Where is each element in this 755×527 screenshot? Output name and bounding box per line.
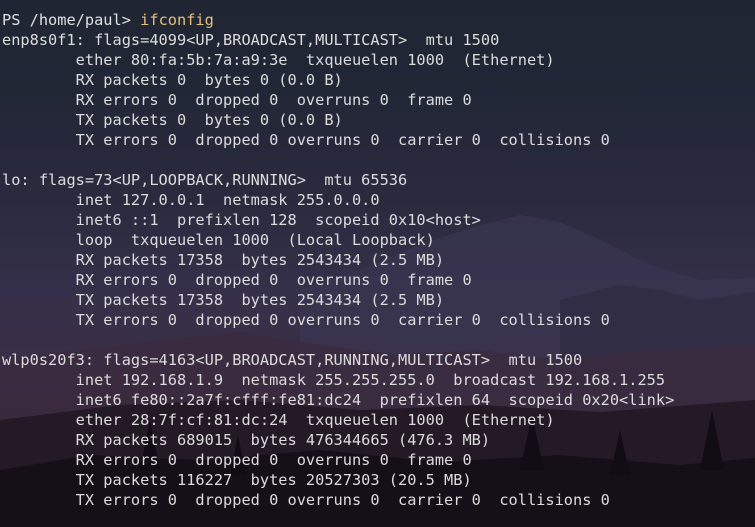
output-line: inet6 fe80::2a7f:cfff:fe81:dc24 prefixle…: [2, 391, 675, 409]
output-line: TX errors 0 dropped 0 overruns 0 carrier…: [2, 131, 610, 149]
terminal-output: PS /home/paul> ifconfig enp8s0f1: flags=4…: [2, 10, 674, 510]
output-line: TX packets 17358 bytes 2543434 (2.5 MB): [2, 291, 445, 309]
output-line: TX packets 0 bytes 0 (0.0 B): [2, 111, 343, 129]
output-line: inet 127.0.0.1 netmask 255.0.0.0: [2, 191, 380, 209]
output-line: RX packets 689015 bytes 476344665 (476.3…: [2, 431, 491, 449]
prompt-line: PS /home/paul> ifconfig: [2, 10, 674, 30]
output-line: RX errors 0 dropped 0 overruns 0 frame 0: [2, 451, 472, 469]
output-line: inet6 ::1 prefixlen 128 scopeid 0x10<hos…: [2, 211, 481, 229]
output-line: TX errors 0 dropped 0 overruns 0 carrier…: [2, 311, 610, 329]
terminal-window[interactable]: PS /home/paul> ifconfig enp8s0f1: flags=4…: [0, 0, 755, 527]
output-line: lo: flags=73<UP,LOOPBACK,RUNNING> mtu 65…: [2, 171, 408, 189]
output-line: enp8s0f1: flags=4099<UP,BROADCAST,MULTIC…: [2, 31, 500, 49]
output-line: RX errors 0 dropped 0 overruns 0 frame 0: [2, 91, 472, 109]
output-line: RX packets 17358 bytes 2543434 (2.5 MB): [2, 251, 445, 269]
output-line: TX packets 116227 bytes 20527303 (20.5 M…: [2, 471, 472, 489]
output-line: TX errors 0 dropped 0 overruns 0 carrier…: [2, 491, 610, 509]
output-line: ether 80:fa:5b:7a:a9:3e txqueuelen 1000 …: [2, 51, 555, 69]
output-line: loop txqueuelen 1000 (Local Loopback): [2, 231, 435, 249]
output-line: wlp0s20f3: flags=4163<UP,BROADCAST,RUNNI…: [2, 351, 583, 369]
command-text: ifconfig: [140, 11, 214, 29]
output-line: RX packets 0 bytes 0 (0.0 B): [2, 71, 343, 89]
output-line: inet 192.168.1.9 netmask 255.255.255.0 b…: [2, 371, 666, 389]
shell-prompt: PS /home/paul>: [2, 11, 141, 29]
output-line: RX errors 0 dropped 0 overruns 0 frame 0: [2, 271, 472, 289]
output-line: ether 28:7f:cf:81:dc:24 txqueuelen 1000 …: [2, 411, 555, 429]
